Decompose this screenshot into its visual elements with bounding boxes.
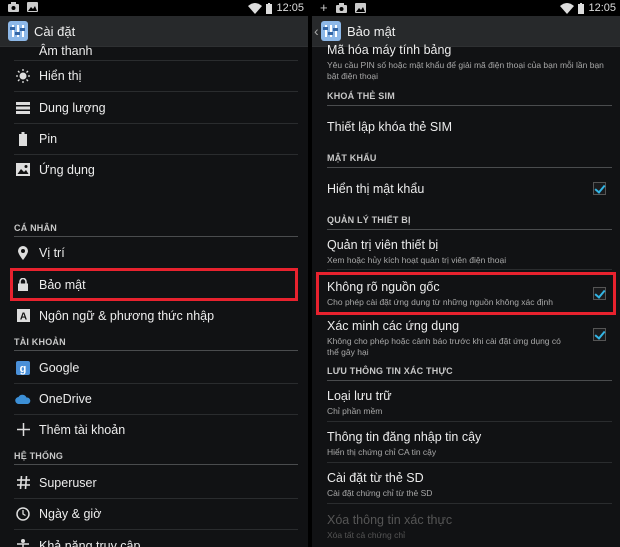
section-header-personal: CÁ NHÂN (14, 223, 57, 233)
battery-icon (15, 131, 31, 147)
settings-panel: 12:05 Cài đặt Âm thanh Hiển thị Dung lượ… (0, 0, 308, 547)
settings-item-label: Âm thanh (39, 43, 93, 58)
settings-item-storage[interactable]: Dung lượng (0, 92, 300, 123)
section-header-credentials: LƯU THÔNG TIN XÁC THỰC (327, 366, 453, 376)
verify-apps-item[interactable]: Xác minh các ứng dụng Không cho phép hoặ… (327, 319, 612, 358)
item-subtitle: Không cho phép hoặc cảnh báo trước khi c… (327, 336, 561, 357)
item-subtitle: Chỉ phần mềm (327, 406, 383, 416)
storage-type-item[interactable]: Loại lưu trữ Chỉ phần mềm (327, 389, 612, 417)
install-from-sd-item[interactable]: Cài đặt từ thẻ SD Cài đặt chứng chỉ từ t… (327, 471, 612, 499)
clock-time: 12:05 (588, 2, 616, 14)
brightness-icon (15, 68, 31, 84)
battery-status-icon (578, 2, 585, 14)
settings-item-add-account[interactable]: Thêm tài khoản (0, 414, 300, 445)
wifi-icon (248, 2, 263, 14)
show-password-checkbox[interactable] (593, 182, 606, 195)
storage-icon (15, 100, 31, 116)
svg-text:A: A (19, 312, 26, 323)
language-icon: A (15, 308, 31, 324)
battery-status-icon (266, 2, 273, 14)
item-title: Loại lưu trữ (327, 389, 392, 403)
sim-lock-item[interactable]: Thiết lập khóa thẻ SIM (327, 120, 612, 134)
settings-item-language[interactable]: A Ngôn ngữ & phương thức nhập (0, 300, 300, 331)
settings-item-display[interactable]: Hiển thị (0, 60, 300, 91)
onedrive-icon (15, 391, 31, 407)
settings-item-label: Khả năng truy cập (39, 538, 141, 547)
settings-item-label: Ứng dụng (39, 162, 95, 177)
item-subtitle: Xem hoặc hủy kích hoạt quản trị viên điệ… (327, 255, 507, 265)
item-title: Hiển thị mật khẩu (327, 182, 425, 196)
section-header-system: HỆ THỐNG (14, 451, 64, 461)
section-header-accounts: TÀI KHOẢN (14, 337, 66, 347)
settings-item-label: Pin (39, 131, 58, 146)
image-icon (27, 2, 38, 12)
item-subtitle: Yêu cầu PIN số hoặc mật khẩu để giải mã … (327, 60, 604, 81)
trusted-credentials-item[interactable]: Thông tin đăng nhập tin cậy Hiển thị chứ… (327, 430, 612, 458)
wifi-icon (560, 2, 575, 14)
settings-app-icon[interactable] (321, 21, 341, 41)
settings-item-label: Ngày & giờ (39, 506, 102, 521)
item-subtitle: Hiển thị chứng chỉ CA tin cậy (327, 447, 437, 457)
status-bar: 12:05 (0, 0, 308, 16)
settings-item-label: OneDrive (39, 391, 92, 406)
camera-icon (335, 2, 347, 13)
location-icon (15, 245, 31, 261)
clock-icon (15, 506, 31, 522)
add-icon (15, 422, 31, 438)
settings-item-label: Dung lượng (39, 100, 106, 115)
item-title: Quản trị viên thiết bị (327, 238, 439, 252)
settings-item-label: Ngôn ngữ & phương thức nhập (39, 308, 215, 323)
svg-text:g: g (20, 363, 27, 375)
clock-time: 12:05 (276, 2, 304, 14)
apps-icon (15, 162, 31, 178)
status-bar: + 12:05 (312, 0, 620, 16)
item-title: Xác minh các ứng dụng (327, 319, 460, 333)
highlight-box-unknown-sources (316, 272, 616, 315)
accessibility-icon (15, 538, 31, 547)
settings-item-label: Google (39, 360, 80, 375)
item-title: Mã hóa máy tính bảng (327, 43, 452, 57)
settings-item-onedrive[interactable]: OneDrive (0, 383, 300, 414)
plus-icon: + (320, 0, 328, 15)
item-title: Thông tin đăng nhập tin cậy (327, 430, 482, 444)
settings-item-apps[interactable]: Ứng dụng (0, 154, 300, 185)
section-header-password: MẬT KHẨU (327, 153, 377, 163)
item-subtitle: Cài đặt chứng chỉ từ thẻ SD (327, 488, 433, 498)
settings-item-location[interactable]: Vị trí (0, 237, 300, 268)
highlight-box-security (10, 268, 298, 301)
settings-item-superuser[interactable]: Superuser (0, 467, 300, 498)
verify-apps-checkbox[interactable] (593, 328, 606, 341)
image-icon (354, 2, 366, 13)
back-chevron-icon[interactable]: ‹ (314, 23, 319, 39)
show-password-item[interactable]: Hiển thị mật khẩu (327, 182, 612, 196)
item-subtitle: Xóa tất cả chứng chỉ (327, 530, 405, 540)
device-admin-item[interactable]: Quản trị viên thiết bị Xem hoặc hủy kích… (327, 238, 612, 266)
settings-item-accessibility[interactable]: Khả năng truy cập (0, 530, 300, 547)
hash-icon (15, 475, 31, 491)
settings-item-google[interactable]: g Google (0, 352, 300, 383)
settings-item-date-time[interactable]: Ngày & giờ (0, 498, 300, 529)
clear-credentials-item: Xóa thông tin xác thực Xóa tất cả chứng … (327, 513, 612, 541)
settings-item-label: Vị trí (39, 245, 65, 260)
settings-item-battery[interactable]: Pin (0, 123, 300, 154)
settings-item-label: Superuser (39, 475, 97, 490)
section-header-device-admin: QUẢN LÝ THIẾT BỊ (327, 215, 411, 225)
item-title: Thiết lập khóa thẻ SIM (327, 120, 453, 134)
settings-item-label: Thêm tài khoản (39, 422, 126, 437)
page-title: Bảo mật (347, 23, 396, 39)
item-title: Cài đặt từ thẻ SD (327, 471, 424, 485)
settings-item-label: Hiển thị (39, 68, 82, 83)
section-header-sim: KHOÁ THẺ SIM (327, 91, 395, 101)
sound-icon (15, 43, 31, 59)
security-panel: + 12:05 ‹ Bảo mật Mã hóa máy tính bảng Y… (312, 0, 620, 547)
encrypt-tablet-item[interactable]: Mã hóa máy tính bảng Yêu cầu PIN số hoặc… (327, 43, 612, 82)
item-title: Xóa thông tin xác thực (327, 513, 453, 527)
camera-icon (8, 2, 19, 12)
google-icon: g (15, 360, 31, 376)
